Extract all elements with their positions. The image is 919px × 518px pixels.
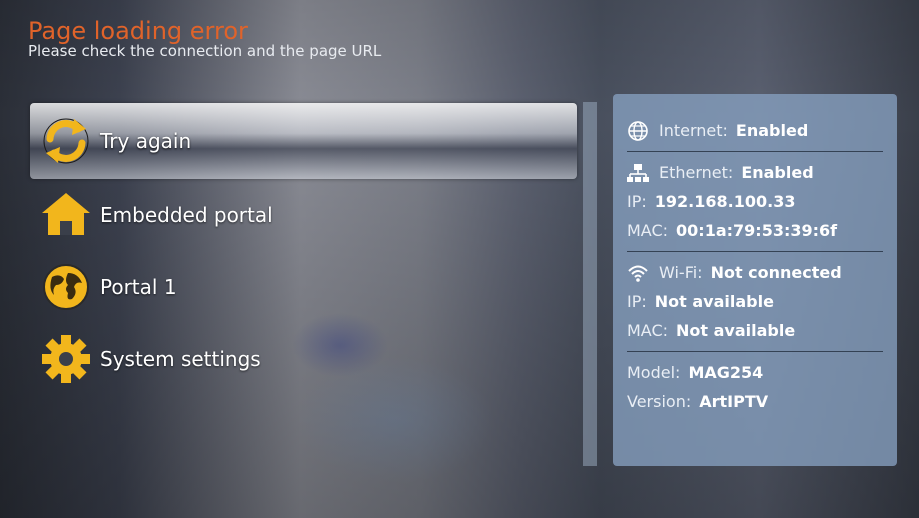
model-value: MAG254 xyxy=(688,363,764,382)
network-icon xyxy=(627,163,649,182)
globe-icon xyxy=(628,120,648,141)
menu-item-embedded-portal[interactable]: Embedded portal xyxy=(30,179,577,251)
ethernet-mac-value: 00:1a:79:53:39:6f xyxy=(676,221,838,240)
wifi-mac-value: Not available xyxy=(676,321,796,340)
connection-status-panel: Internet: Enabled Ethernet: Enabled IP: … xyxy=(613,94,897,466)
ethernet-label: Ethernet: xyxy=(659,163,734,182)
ethernet-ip-row: IP: 192.168.100.33 xyxy=(627,187,883,216)
version-row: Version: ArtIPTV xyxy=(627,387,883,416)
wifi-icon xyxy=(628,265,648,282)
divider xyxy=(627,151,883,152)
menu-item-label: Portal 1 xyxy=(100,275,177,299)
ethernet-ip-value: 192.168.100.33 xyxy=(654,192,796,211)
menu-item-system-settings[interactable]: System settings xyxy=(30,323,577,395)
menu-item-label: Embedded portal xyxy=(100,203,273,227)
page-subtitle: Please check the connection and the page… xyxy=(28,42,382,60)
ethernet-ip-label: IP: xyxy=(627,192,647,211)
menu-item-label: Try again xyxy=(100,129,192,153)
wifi-ip-row: IP: Not available xyxy=(627,287,883,316)
gear-icon xyxy=(42,335,90,383)
refresh-icon xyxy=(43,118,89,164)
menu-item-portal-1[interactable]: Portal 1 xyxy=(30,251,577,323)
wifi-value: Not connected xyxy=(710,263,842,282)
globe-icon xyxy=(43,264,89,310)
ethernet-row: Ethernet: Enabled xyxy=(627,158,883,187)
internet-value: Enabled xyxy=(735,121,809,140)
wifi-row: Wi-Fi: Not connected xyxy=(627,258,883,287)
ethernet-mac-label: MAC: xyxy=(627,221,669,240)
ethernet-value: Enabled xyxy=(741,163,814,182)
model-row: Model: MAG254 xyxy=(627,358,883,387)
internet-label: Internet: xyxy=(659,121,728,140)
divider xyxy=(627,351,883,352)
menu-item-label: System settings xyxy=(100,347,261,371)
version-value: ArtIPTV xyxy=(699,392,769,411)
model-label: Model: xyxy=(627,363,681,382)
wifi-ip-label: IP: xyxy=(627,292,647,311)
action-menu: Try again Embedded portal Portal 1 Syste… xyxy=(30,103,577,395)
error-header: Page loading error Please check the conn… xyxy=(28,14,381,60)
ethernet-mac-row: MAC: 00:1a:79:53:39:6f xyxy=(627,216,883,245)
wifi-label: Wi-Fi: xyxy=(659,263,703,282)
wifi-mac-label: MAC: xyxy=(627,321,669,340)
version-label: Version: xyxy=(627,392,692,411)
wifi-ip-value: Not available xyxy=(654,292,774,311)
internet-row: Internet: Enabled xyxy=(627,116,883,145)
wifi-mac-row: MAC: Not available xyxy=(627,316,883,345)
divider xyxy=(627,251,883,252)
home-icon xyxy=(42,193,90,235)
menu-item-try-again[interactable]: Try again xyxy=(30,103,577,179)
scrollbar-track xyxy=(583,102,597,466)
